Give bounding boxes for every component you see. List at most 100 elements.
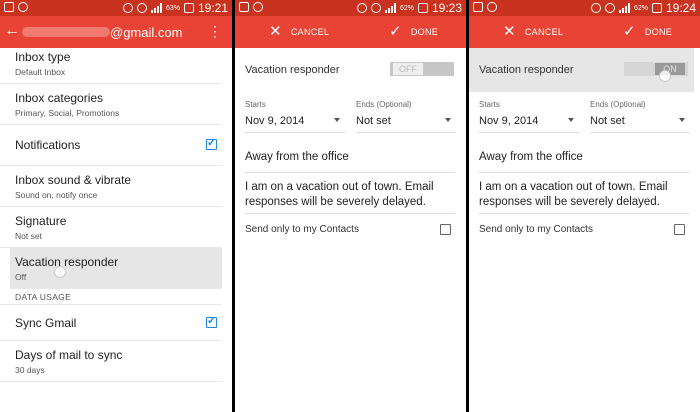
gallery-notification-icon [4,2,14,12]
check-icon: ✓ [623,23,636,40]
battery-icon [183,3,194,13]
status-bar: 62% 19:23 [235,0,466,16]
vacation-editor-off: 62% 19:23 ✕ CANCEL ✓ DONE Vacation respo… [235,0,466,412]
setting-subtitle: Off [15,272,27,282]
app-bar: ✕ CANCEL ✓ DONE [235,16,466,48]
vacation-responder-row: Vacation responder ON [469,48,694,92]
ends-label: Ends (Optional) [590,100,646,109]
battery-icon [417,3,428,13]
clock: 19:24 [665,1,696,15]
battery-icon [651,3,662,13]
close-icon: ✕ [269,23,282,40]
divider [590,132,690,133]
divider [245,213,455,214]
done-label: DONE [644,27,673,37]
setting-title: Inbox sound & vibrate [15,173,132,187]
starts-label: Starts [245,100,266,109]
settings-screen: 63% 19:21 ← @gmail.com ⋮ Inbox type Defa… [0,0,232,412]
gallery-notification-icon [473,2,483,12]
setting-sync-gmail[interactable]: Sync Gmail [0,305,222,341]
setting-vacation-responder[interactable]: Vacation responder Off [10,248,222,289]
notifications-checkbox[interactable] [206,136,217,150]
battery-percent: 62% [399,4,414,12]
alarm-icon [122,3,133,13]
setting-inbox-sound[interactable]: Inbox sound & vibrate Sound on, notify o… [0,166,222,207]
setting-title: Inbox type [15,50,71,64]
sync-notification-icon [18,2,28,12]
back-arrow-icon[interactable]: ← [4,22,20,40]
vacation-toggle[interactable]: ON [624,62,688,76]
vacation-responder-row: Vacation responder OFF [235,48,466,92]
divider [356,132,456,133]
sync-gmail-checkbox[interactable] [206,314,217,328]
setting-signature[interactable]: Signature Not set [0,207,222,248]
subject-field[interactable]: Away from the office [245,151,349,163]
message-field[interactable]: I am on a vacation out of town. Email re… [479,180,684,210]
done-button[interactable]: ✓ DONE [389,23,438,40]
overflow-menu-icon[interactable]: ⋮ [208,22,222,40]
sync-notification-icon [487,2,497,12]
ends-date-select[interactable]: Not set [590,115,625,127]
setting-title: Signature [15,214,67,228]
cancel-label: CANCEL [524,27,564,37]
clock: 19:23 [431,1,462,15]
starts-label: Starts [479,100,500,109]
cancel-button[interactable]: ✕ CANCEL [503,23,564,40]
divider [479,132,579,133]
ends-dropdown-icon [445,118,451,122]
vacation-responder-label: Vacation responder [479,64,574,76]
ends-date-select[interactable]: Not set [356,115,391,127]
setting-subtitle: Not set [15,231,42,241]
sync-notification-icon [253,2,263,12]
settings-list: Inbox type Default Inbox Inbox categorie… [0,48,232,382]
wifi-icon [136,3,147,13]
touch-indicator [659,70,671,82]
starts-date-select[interactable]: Nov 9, 2014 [245,115,304,127]
section-header-data-usage: DATA USAGE [0,289,222,305]
setting-inbox-type[interactable]: Inbox type Default Inbox [0,43,222,84]
divider [245,132,345,133]
touch-indicator [54,266,66,278]
subject-field[interactable]: Away from the office [479,151,583,163]
account-name-redacted [22,27,110,37]
account-email: @gmail.com [110,25,183,40]
alarm-icon [590,3,601,13]
message-field[interactable]: I am on a vacation out of town. Email re… [245,180,450,210]
starts-dropdown-icon [334,118,340,122]
setting-subtitle: 30 days [15,365,45,375]
cancel-label: CANCEL [290,27,330,37]
app-bar: ✕ CANCEL ✓ DONE [469,16,700,48]
clock: 19:21 [197,1,228,15]
contacts-only-checkbox[interactable] [440,224,451,235]
close-icon: ✕ [503,23,516,40]
check-icon: ✓ [389,23,402,40]
starts-dropdown-icon [568,118,574,122]
setting-title: Inbox categories [15,91,104,105]
setting-notifications[interactable]: Notifications [0,125,222,166]
wifi-icon [604,3,615,13]
setting-days-to-sync[interactable]: Days of mail to sync 30 days [0,341,222,382]
done-button[interactable]: ✓ DONE [623,23,673,40]
cancel-button[interactable]: ✕ CANCEL [269,23,330,40]
setting-subtitle: Primary, Social, Promotions [15,108,120,118]
divider [479,213,689,214]
signal-icon [150,3,162,13]
gallery-notification-icon [239,2,249,12]
toggle-knob: OFF [393,63,423,75]
starts-date-select[interactable]: Nov 9, 2014 [479,115,538,127]
vacation-editor-on: 62% 19:24 ✕ CANCEL ✓ DONE Vacation respo… [469,0,700,412]
vacation-responder-label: Vacation responder [245,64,340,76]
setting-title: Days of mail to sync [15,348,123,362]
vacation-toggle[interactable]: OFF [390,62,454,76]
setting-title: Sync Gmail [15,316,77,330]
setting-title: Notifications [15,138,81,152]
alarm-icon [356,3,367,13]
setting-title: Vacation responder [15,255,119,269]
contacts-only-label: Send only to my Contacts [245,224,359,235]
status-bar: 63% 19:21 [0,0,232,16]
contacts-only-label: Send only to my Contacts [479,224,593,235]
contacts-only-checkbox[interactable] [674,224,685,235]
setting-inbox-categories[interactable]: Inbox categories Primary, Social, Promot… [0,84,222,125]
divider [479,172,689,173]
battery-percent: 63% [165,4,180,12]
